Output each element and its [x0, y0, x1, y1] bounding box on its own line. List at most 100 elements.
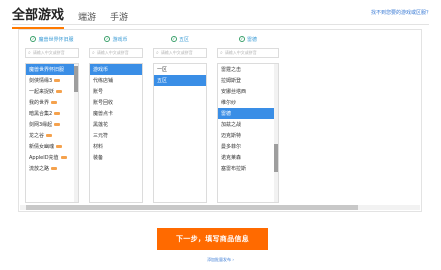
- game-list-scrollbar[interactable]: [74, 64, 78, 202]
- next-step-button[interactable]: 下一步，填写商品信息: [157, 228, 268, 250]
- column-server: ✓ 雷德 ⌕ 请输入中文或拼音 雷霆之击 拉姆斯登 安娜丝塔西 维尔纱 雷德 加…: [215, 30, 281, 213]
- list-item[interactable]: 暗黑合集2: [26, 108, 78, 119]
- list-item[interactable]: 魔兽世界怀旧服: [26, 64, 78, 75]
- list-item[interactable]: 维尔纱: [218, 97, 278, 108]
- tab-all-games[interactable]: 全部游戏: [12, 4, 65, 29]
- check-circle-icon: ✓: [104, 36, 111, 42]
- list-item-label: 装备: [93, 155, 104, 161]
- search-placeholder: 请输入中文或拼音: [224, 50, 257, 55]
- list-item-label: 雷德: [221, 111, 232, 117]
- hot-badge: [51, 167, 58, 170]
- list-item[interactable]: 账号: [90, 86, 142, 97]
- category-search-input[interactable]: ⌕ 请输入中文或拼音: [89, 48, 143, 58]
- list-item-label: 安娜丝塔西: [221, 89, 247, 95]
- list-item[interactable]: 新倩女幽魂: [26, 141, 78, 152]
- game-list: 魔兽世界怀旧服 剑侠情缘3 一起来捉妖 我的世界 暗黑合集2 剑网3缘起 龙之谷…: [25, 63, 79, 203]
- list-item-label: 材料: [93, 144, 104, 150]
- column-category-header: ✓ 游戏币: [87, 30, 145, 48]
- scrollbar-thumb[interactable]: [274, 144, 278, 172]
- list-item-label: 拉姆斯登: [221, 78, 242, 84]
- column-category-header-label: 游戏币: [112, 36, 128, 43]
- list-item-label: 诺克莱森: [221, 155, 242, 161]
- list-item[interactable]: 塞雷布拉斯: [218, 163, 278, 174]
- list-item[interactable]: 三元符: [90, 130, 142, 141]
- column-game-header: ✓ 魔兽世界怀旧服: [23, 30, 81, 48]
- game-type-tabs: 全部游戏 端游 手游: [12, 4, 128, 29]
- list-item-label: 曼多菲尔: [221, 144, 242, 150]
- list-item[interactable]: 安娜丝塔西: [218, 86, 278, 97]
- search-icon: ⌕: [28, 50, 31, 56]
- column-region: ✓ 五区 ⌕ 请输入中文或拼音 一区 五区: [151, 30, 209, 213]
- list-item-label: 魔兽世界怀旧服: [29, 67, 65, 73]
- batch-publish-link[interactable]: 添加批量发布 ›: [0, 257, 441, 263]
- check-circle-icon: ✓: [30, 36, 37, 42]
- list-item[interactable]: 加兹之战: [218, 119, 278, 130]
- list-item[interactable]: 一区: [154, 64, 206, 75]
- list-item[interactable]: 装备: [90, 152, 142, 163]
- list-item[interactable]: 迈克斯特: [218, 130, 278, 141]
- column-region-header: ✓ 五区: [151, 30, 209, 48]
- list-item[interactable]: 剑网3缘起: [26, 119, 78, 130]
- hot-badge: [56, 145, 63, 148]
- scrollbar-thumb[interactable]: [74, 66, 78, 92]
- region-list: 一区 五区: [153, 63, 207, 203]
- column-server-header-label: 雷德: [246, 36, 257, 43]
- list-item[interactable]: 魔兽点卡: [90, 108, 142, 119]
- list-item[interactable]: 剑侠情缘3: [26, 75, 78, 86]
- tab-mobile-games[interactable]: 手游: [110, 10, 128, 29]
- list-item-label: 龙之谷: [29, 133, 45, 139]
- list-item-label: 加兹之战: [221, 122, 242, 128]
- search-placeholder: 请输入中文或拼音: [32, 50, 65, 55]
- hot-badge: [54, 123, 61, 126]
- scrollbar-thumb[interactable]: [26, 205, 358, 210]
- tab-pc-games[interactable]: 端游: [78, 10, 96, 29]
- column-server-header: ✓ 雷德: [215, 30, 281, 48]
- list-item[interactable]: 一起来捉妖: [26, 86, 78, 97]
- list-item-label: 剑侠情缘3: [29, 78, 53, 84]
- list-item[interactable]: 拉姆斯登: [218, 75, 278, 86]
- list-item[interactable]: 材料: [90, 141, 142, 152]
- list-item-label: 代练店铺: [93, 78, 114, 84]
- list-item[interactable]: 我的世界: [26, 97, 78, 108]
- list-item-label: 魔兽点卡: [93, 111, 114, 117]
- game-search-input[interactable]: ⌕ 请输入中文或拼音: [25, 48, 79, 58]
- list-item-label: 游戏币: [93, 67, 109, 73]
- list-item-label: 账号: [93, 89, 104, 95]
- list-item-label: 新倩女幽魂: [29, 144, 55, 150]
- region-search-input[interactable]: ⌕ 请输入中文或拼音: [153, 48, 207, 58]
- server-list: 雷霆之击 拉姆斯登 安娜丝塔西 维尔纱 雷德 加兹之战 迈克斯特 曼多菲尔 诺克…: [217, 63, 279, 203]
- list-item[interactable]: 代练店铺: [90, 75, 142, 86]
- list-item-label: 流放之路: [29, 166, 50, 172]
- server-list-scrollbar[interactable]: [274, 64, 278, 202]
- list-item-label: AppleID充值: [29, 155, 59, 161]
- list-item[interactable]: 流放之路: [26, 163, 78, 174]
- search-icon: ⌕: [156, 50, 159, 56]
- list-item[interactable]: 龙之谷: [26, 130, 78, 141]
- hot-badge: [46, 134, 53, 137]
- list-item[interactable]: 五区: [154, 75, 206, 86]
- list-item[interactable]: 雷霆之击: [218, 64, 278, 75]
- list-item[interactable]: 黑莲花: [90, 119, 142, 130]
- list-item[interactable]: 曼多菲尔: [218, 141, 278, 152]
- list-item-label: 一区: [157, 67, 168, 73]
- list-item[interactable]: 游戏币: [90, 64, 142, 75]
- list-item[interactable]: 雷德: [218, 108, 278, 119]
- column-game-header-label: 魔兽世界怀旧服: [38, 36, 74, 43]
- check-circle-icon: ✓: [238, 36, 245, 42]
- hot-badge: [51, 101, 58, 104]
- list-item-label: 迈克斯特: [221, 133, 242, 139]
- list-item-label: 暗黑合集2: [29, 111, 53, 117]
- panel-horizontal-scrollbar[interactable]: [20, 205, 420, 210]
- list-item[interactable]: 诺克莱森: [218, 152, 278, 163]
- search-placeholder: 请输入中文或拼音: [96, 50, 129, 55]
- column-region-header-label: 五区: [178, 36, 189, 43]
- list-item-label: 维尔纱: [221, 100, 237, 106]
- list-item[interactable]: AppleID充值: [26, 152, 78, 163]
- list-item-label: 一起来捉妖: [29, 89, 55, 95]
- list-item-label: 塞雷布拉斯: [221, 166, 247, 172]
- hot-badge: [60, 156, 67, 159]
- server-search-input[interactable]: ⌕ 请输入中文或拼音: [217, 48, 279, 58]
- header-divider: [12, 24, 429, 25]
- cannot-find-game-link[interactable]: 找不到您要的游戏或区服？: [371, 9, 431, 16]
- list-item[interactable]: 账号回收: [90, 97, 142, 108]
